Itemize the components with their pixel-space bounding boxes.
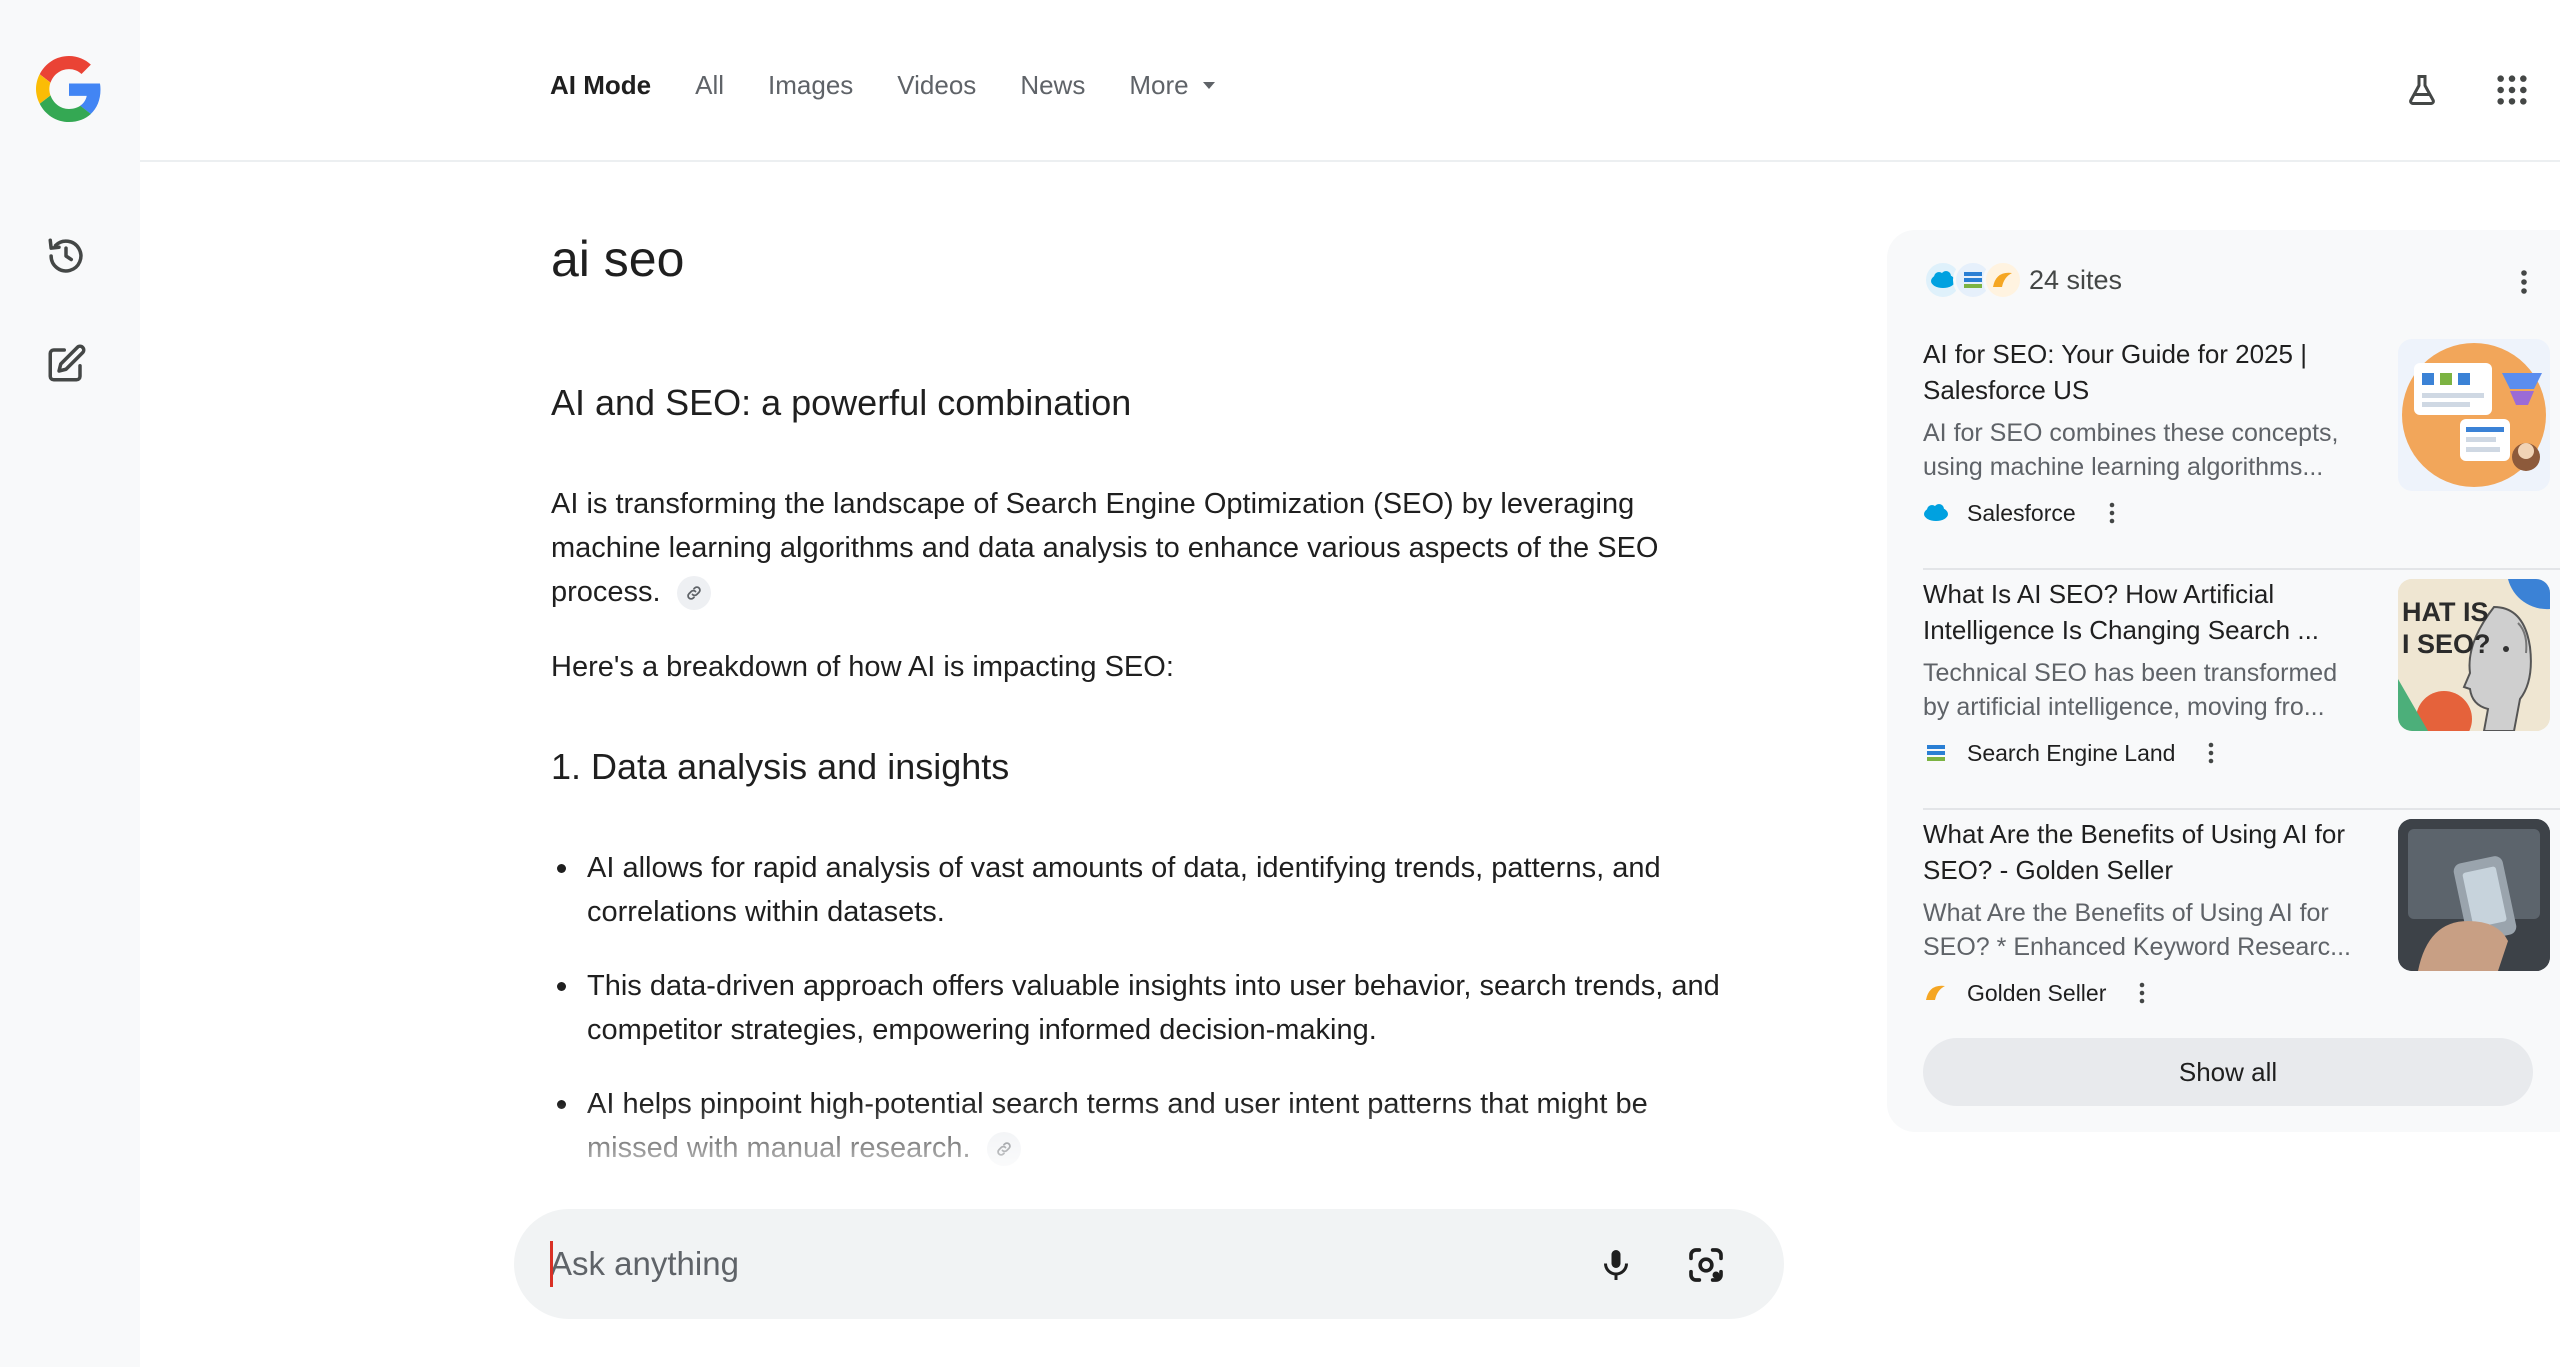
tab-images[interactable]: Images — [768, 70, 853, 101]
new-chat-button[interactable] — [38, 336, 94, 392]
bullet-list: AI allows for rapid analysis of vast amo… — [557, 846, 1721, 1192]
ask-input[interactable] — [550, 1239, 1570, 1289]
source-card-menu[interactable] — [2201, 738, 2221, 768]
source-card[interactable]: What Are the Benefits of Using AI for SE… — [1923, 816, 2560, 1038]
list-item-text: This data-driven approach offers valuabl… — [587, 970, 1720, 1046]
breakdown-paragraph: Here's a breakdown of how AI is impactin… — [551, 651, 1174, 683]
source-link-chip[interactable] — [676, 576, 711, 611]
ai-answer: ai seo AI and SEO: a powerful combinatio… — [551, 162, 1721, 1192]
search-engine-land-icon — [1923, 740, 1949, 766]
more-vert-icon — [2521, 270, 2527, 294]
card-divider — [1923, 568, 2560, 570]
list-item: AI helps pinpoint high-potential search … — [557, 1082, 1721, 1170]
intro-paragraph-text: AI is transforming the landscape of Sear… — [551, 488, 1659, 608]
answer-heading: AI and SEO: a powerful combination — [551, 382, 1132, 423]
tab-ai-mode[interactable]: AI Mode — [550, 70, 651, 101]
google-logo[interactable] — [36, 56, 102, 122]
ask-bar — [514, 1209, 1784, 1319]
source-card-title[interactable]: What Are the Benefits of Using AI for SE… — [1923, 816, 2363, 888]
list-item-text: AI allows for rapid analysis of vast amo… — [587, 852, 1661, 928]
link-icon — [686, 586, 701, 601]
more-vert-icon — [2109, 502, 2114, 524]
lens-search-button[interactable] — [1680, 1239, 1732, 1291]
voice-search-button[interactable] — [1590, 1239, 1642, 1291]
section-heading: 1. Data analysis and insights — [551, 746, 1010, 787]
tab-videos[interactable]: Videos — [897, 70, 976, 101]
sources-header[interactable]: 24 sites — [1923, 260, 2122, 300]
source-card[interactable]: AI for SEO: Your Guide for 2025 | Salesf… — [1923, 336, 2560, 558]
apps-grid-icon — [2497, 75, 2527, 105]
thumb-text-line1: HAT IS — [2402, 597, 2489, 627]
source-card-snippet: Technical SEO has been transformed by ar… — [1923, 659, 2338, 721]
source-card-snippet: What Are the Benefits of Using AI for SE… — [1923, 899, 2352, 961]
intro-paragraph: AI is transforming the landscape of Sear… — [551, 482, 1721, 614]
apps-button[interactable] — [2490, 68, 2534, 112]
salesforce-icon — [1923, 500, 1949, 526]
card-divider — [1923, 808, 2560, 810]
list-item: AI allows for rapid analysis of vast amo… — [557, 846, 1721, 934]
tab-all[interactable]: All — [695, 70, 724, 101]
source-site-name: Search Engine Land — [1967, 739, 2176, 766]
link-icon — [996, 1142, 1011, 1157]
golden-seller-icon — [1923, 980, 1949, 1006]
source-card-menu[interactable] — [2132, 978, 2152, 1008]
tab-more-label: More — [1129, 70, 1189, 100]
sources-menu-button[interactable] — [2508, 264, 2540, 300]
history-icon — [48, 238, 83, 273]
source-card-site: Golden Seller — [1923, 978, 2152, 1008]
source-thumbnail[interactable] — [2398, 819, 2550, 971]
lens-camera-icon — [1689, 1248, 1723, 1282]
show-all-button[interactable]: Show all — [1923, 1038, 2533, 1106]
labs-button[interactable] — [2400, 68, 2444, 112]
sources-panel: 24 sites AI for SEO: Your Guide for 2025… — [1887, 230, 2560, 1132]
source-thumbnail[interactable]: HAT IS I SEO? — [2398, 579, 2550, 731]
thumb-text-line2: I SEO? — [2402, 629, 2491, 659]
source-card-snippet: AI for SEO combines these concepts, usin… — [1923, 419, 2339, 481]
source-link-chip[interactable] — [986, 1132, 1021, 1167]
source-card-title[interactable]: AI for SEO: Your Guide for 2025 | Salesf… — [1923, 336, 2363, 408]
more-vert-icon — [2209, 742, 2214, 764]
sources-count: 24 sites — [2029, 264, 2123, 295]
source-favicons — [1923, 260, 2023, 300]
list-item-text: AI helps pinpoint high-potential search … — [587, 1088, 1648, 1164]
left-rail — [0, 0, 140, 1367]
list-item: This data-driven approach offers valuabl… — [557, 964, 1721, 1052]
source-card-menu[interactable] — [2102, 498, 2122, 528]
text-cursor — [550, 1241, 553, 1287]
top-nav: AI Mode All Images Videos News More — [140, 0, 2560, 162]
source-card-site: Salesforce — [1923, 498, 2122, 528]
caret-down-icon — [1202, 82, 1215, 89]
history-button[interactable] — [38, 228, 94, 284]
tab-news[interactable]: News — [1020, 70, 1085, 101]
source-card-site: Search Engine Land — [1923, 738, 2221, 768]
flask-icon — [2409, 75, 2435, 105]
query-title: ai seo — [551, 231, 685, 287]
source-site-name: Salesforce — [1967, 499, 2076, 526]
source-site-name: Golden Seller — [1967, 979, 2107, 1006]
search-tabs: AI Mode All Images Videos News More — [550, 70, 1259, 101]
new-chat-icon — [48, 344, 86, 382]
microphone-icon — [1604, 1250, 1628, 1280]
source-thumbnail[interactable] — [2398, 339, 2550, 491]
golden-seller-favicon — [1983, 260, 2023, 300]
source-card[interactable]: What Is AI SEO? How Artificial Intellige… — [1923, 576, 2560, 798]
more-vert-icon — [2140, 982, 2145, 1004]
tab-more[interactable]: More — [1129, 70, 1215, 101]
source-card-title[interactable]: What Is AI SEO? How Artificial Intellige… — [1923, 576, 2363, 648]
